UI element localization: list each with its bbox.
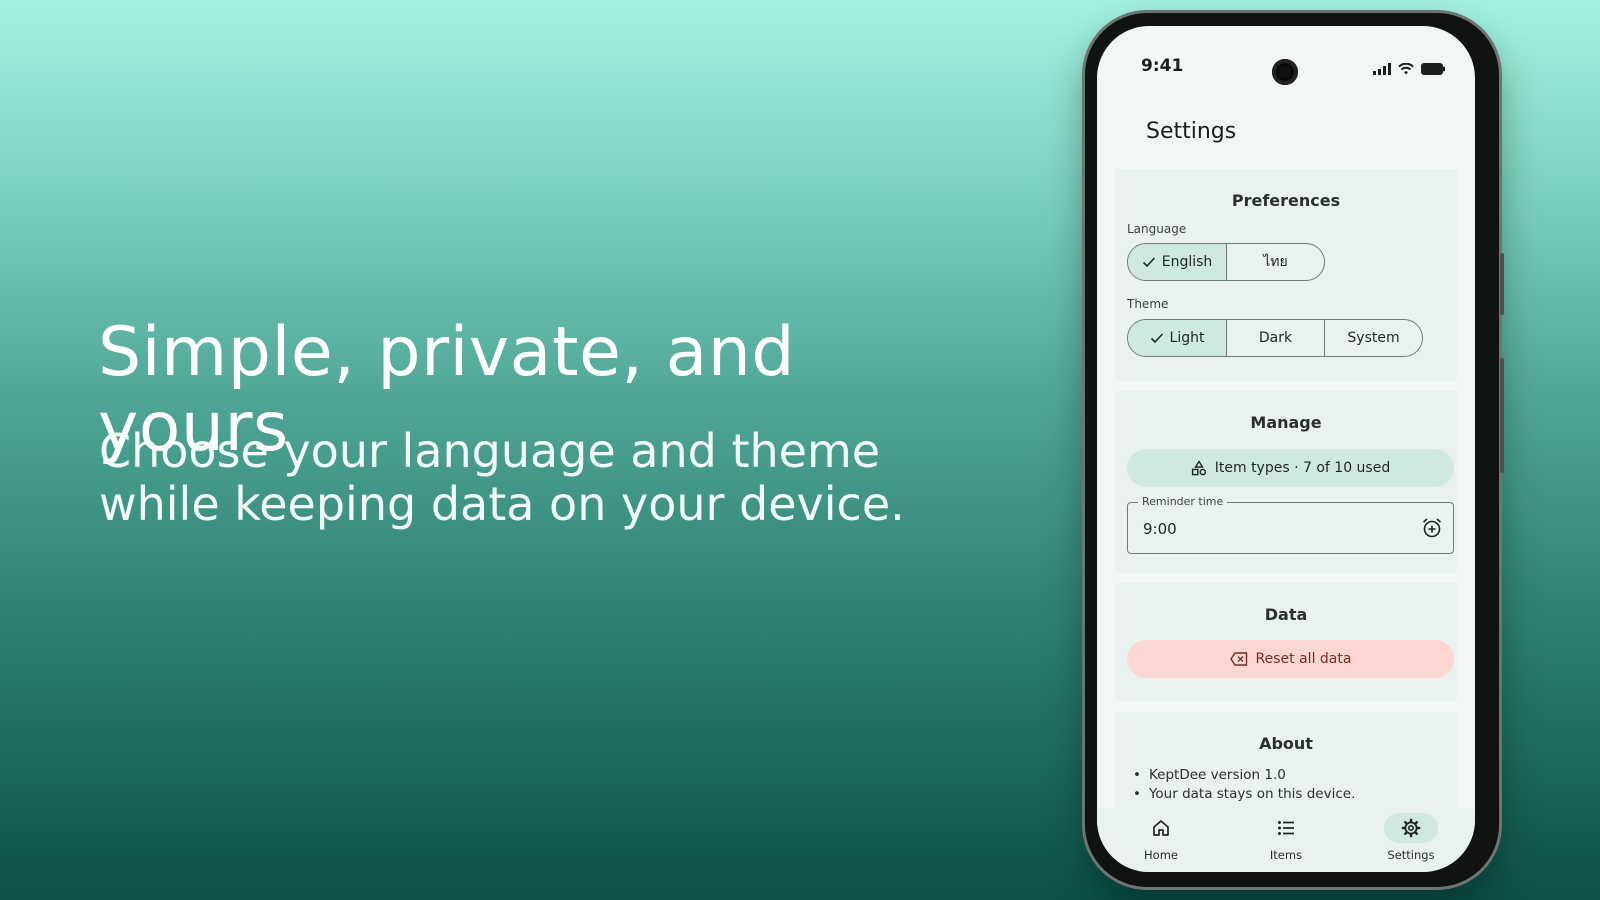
home-icon — [1153, 820, 1169, 836]
about-title: About — [1259, 734, 1313, 753]
list-icon — [1278, 821, 1294, 835]
data-section: Data Reset all data — [1115, 583, 1457, 701]
status-icons — [1373, 63, 1445, 75]
nav-label-items: Items — [1269, 848, 1303, 862]
about-line-privacy: Your data stays on this device. — [1133, 785, 1355, 804]
wifi-icon — [1398, 63, 1414, 75]
phone-screen: 9:41 Settings Preferences Language Engli… — [1097, 26, 1475, 872]
language-label: Language — [1127, 222, 1187, 236]
phone-frame: 9:41 Settings Preferences Language Engli… — [1085, 13, 1504, 887]
phone-power-button — [1500, 358, 1504, 473]
nav-item-settings[interactable]: Settings — [1366, 808, 1456, 872]
status-time: 9:41 — [1141, 56, 1184, 76]
status-bar: 9:41 — [1097, 26, 1475, 86]
language-option-label: ไทย — [1263, 254, 1288, 270]
manage-section: Manage Item types · 7 of 10 used Reminde… — [1115, 391, 1457, 573]
theme-segmented-control: Light Dark System — [1127, 319, 1423, 357]
nav-icon-container — [1384, 813, 1438, 843]
about-line-version: KeptDee version 1.0 — [1133, 766, 1355, 785]
battery-icon — [1421, 63, 1445, 75]
front-camera — [1272, 59, 1298, 85]
theme-option-label: Dark — [1258, 330, 1293, 346]
reminder-time-field[interactable]: Reminder time 9:00 — [1127, 495, 1454, 554]
manage-title: Manage — [1250, 413, 1322, 432]
nav-label-settings: Settings — [1387, 848, 1435, 862]
theme-option-system[interactable]: System — [1324, 320, 1422, 356]
backspace-icon — [1229, 652, 1247, 666]
language-option-english[interactable]: English — [1128, 244, 1226, 280]
theme-label: Theme — [1127, 297, 1169, 311]
check-icon — [1142, 257, 1155, 268]
signal-icon — [1373, 63, 1391, 75]
nav-label-home: Home — [1144, 848, 1178, 862]
reset-all-data-label: Reset all data — [1255, 651, 1352, 667]
theme-option-light[interactable]: Light — [1128, 320, 1226, 356]
alarm-add-icon[interactable] — [1421, 517, 1443, 539]
about-section: About KeptDee version 1.0 Your data stay… — [1115, 712, 1457, 808]
bottom-navigation: Home Items Settings — [1097, 808, 1475, 872]
hero-subline-line-2: while keeping data on your device. — [99, 477, 905, 532]
nav-icon-container — [1259, 813, 1313, 843]
nav-item-home[interactable]: Home — [1116, 808, 1206, 872]
reminder-time-value: 9:00 — [1143, 520, 1177, 538]
language-option-label: English — [1161, 254, 1213, 270]
gear-icon — [1401, 818, 1421, 838]
preferences-section: Preferences Language English ไทย Theme L… — [1115, 169, 1457, 381]
item-types-label: Item types · 7 of 10 used — [1214, 460, 1391, 476]
about-list: KeptDee version 1.0 Your data stays on t… — [1133, 766, 1355, 804]
reset-all-data-button[interactable]: Reset all data — [1127, 640, 1454, 678]
language-option-thai[interactable]: ไทย — [1226, 244, 1324, 280]
data-title: Data — [1264, 605, 1308, 624]
hero-subline-line-1: Choose your language and theme — [99, 424, 881, 478]
item-types-button[interactable]: Item types · 7 of 10 used — [1127, 449, 1454, 487]
preferences-title: Preferences — [1231, 191, 1341, 210]
category-icon — [1191, 460, 1206, 476]
phone-volume-up-button — [1500, 253, 1504, 315]
check-icon — [1150, 333, 1163, 344]
hero-subline: Choose your language and theme while kee… — [99, 424, 999, 532]
nav-item-items[interactable]: Items — [1241, 808, 1331, 872]
language-segmented-control: English ไทย — [1127, 243, 1325, 281]
theme-option-label: System — [1347, 330, 1400, 346]
theme-option-dark[interactable]: Dark — [1226, 320, 1324, 356]
nav-icon-container — [1134, 813, 1188, 843]
page-title: Settings — [1146, 119, 1237, 144]
theme-option-label: Light — [1169, 330, 1205, 346]
reminder-time-label: Reminder time — [1138, 495, 1228, 508]
